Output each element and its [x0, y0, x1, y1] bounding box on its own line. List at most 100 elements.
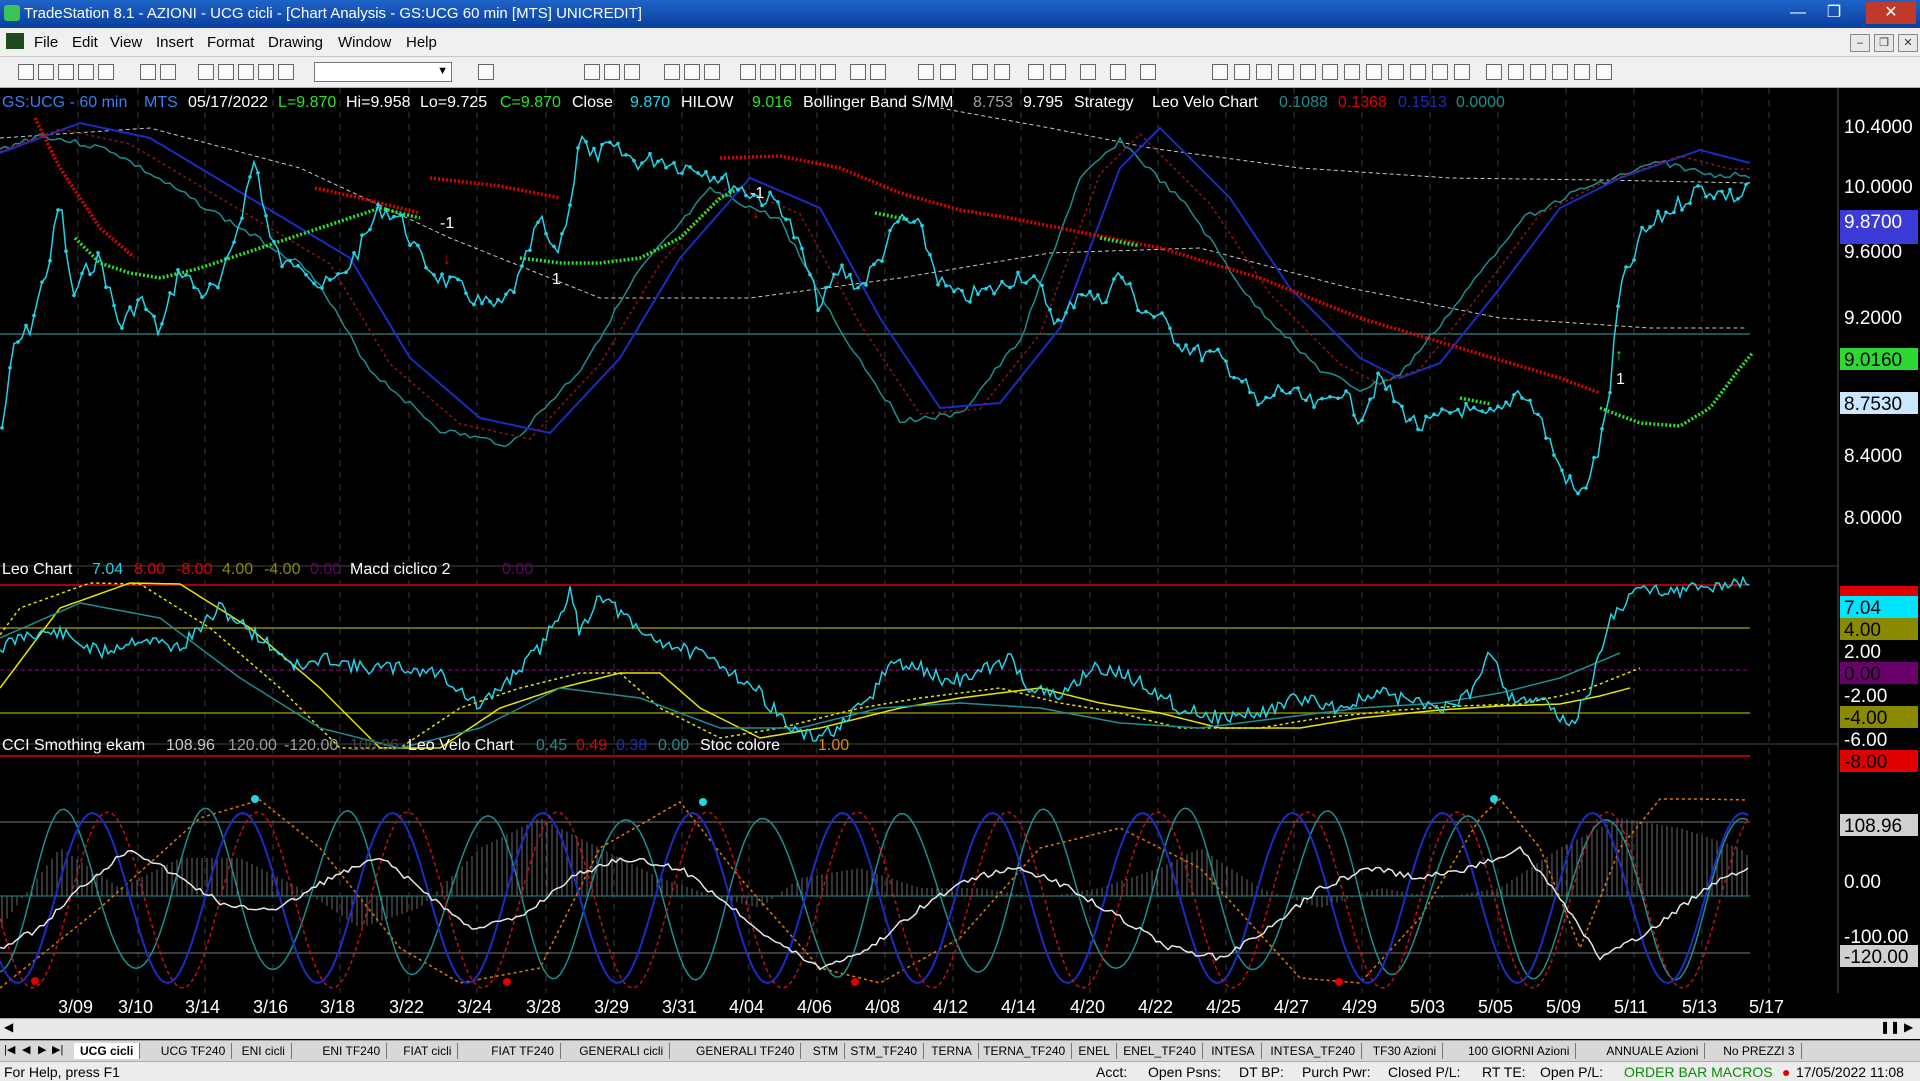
- symbol-select[interactable]: ▼: [314, 62, 452, 82]
- print-icon[interactable]: [140, 64, 156, 80]
- tab-prev-icon[interactable]: ◀: [22, 1043, 30, 1056]
- chart-window-icon[interactable]: [584, 64, 600, 80]
- arc-icon[interactable]: [1432, 64, 1448, 80]
- gann-icon[interactable]: [1366, 64, 1382, 80]
- scroll-left-arrow-icon[interactable]: ◀: [4, 1020, 13, 1034]
- chart-icon[interactable]: [800, 64, 816, 80]
- tab-intesa[interactable]: INTESA: [1205, 1043, 1262, 1059]
- matrix-icon[interactable]: [624, 64, 640, 80]
- minimize-button[interactable]: —: [1782, 2, 1814, 24]
- tab-stm-tf240[interactable]: STM_TF240: [844, 1043, 925, 1059]
- tab-enel-tf240[interactable]: ENEL_TF240: [1117, 1043, 1203, 1059]
- circle-icon[interactable]: [1552, 64, 1568, 80]
- leo-chart-panel[interactable]: [0, 575, 1750, 757]
- menu-edit[interactable]: Edit: [72, 34, 98, 51]
- arrow-up-icon[interactable]: [1530, 64, 1546, 80]
- tab-terna-tf240[interactable]: TERNA_TF240: [977, 1043, 1073, 1059]
- leo-axis[interactable]: 7.04 4.00 2.00 0.00 -2.00 -4.00 -6.00 -8…: [1840, 586, 1918, 773]
- scroll-right-icon[interactable]: [940, 64, 956, 80]
- scroll-right-arrow-icon[interactable]: ▶: [1904, 1020, 1913, 1034]
- palette-icon[interactable]: [278, 64, 294, 80]
- scan-icon[interactable]: [780, 64, 796, 80]
- tab-no-prezzi-3[interactable]: No PREZZI 3: [1717, 1043, 1802, 1059]
- format-icon[interactable]: [740, 64, 756, 80]
- vertical-lines-icon[interactable]: [1234, 64, 1250, 80]
- cut-icon[interactable]: [198, 64, 214, 80]
- cci-axis[interactable]: 108.96 0.00 -100.00 -120.00: [1840, 814, 1918, 968]
- radar-icon[interactable]: [604, 64, 620, 80]
- pointer-icon[interactable]: [1028, 64, 1044, 80]
- zoom-out-icon[interactable]: [994, 64, 1010, 80]
- chart-area[interactable]: GS:UCG - 60 min MTS 05/17/2022 L=9.870 H…: [0, 88, 1920, 1017]
- rectangle-icon[interactable]: [1574, 64, 1590, 80]
- parallel-icon[interactable]: [1410, 64, 1426, 80]
- cci-panel[interactable]: [0, 795, 1750, 989]
- tab-eni-cicli[interactable]: ENI cicli: [236, 1043, 292, 1059]
- copy-icon[interactable]: [218, 64, 234, 80]
- menu-drawing[interactable]: Drawing: [268, 34, 323, 51]
- tab-eni-tf240[interactable]: ENI TF240: [316, 1043, 388, 1059]
- trendline-icon[interactable]: [1212, 64, 1228, 80]
- menu-help[interactable]: Help: [406, 34, 437, 51]
- menu-format[interactable]: Format: [207, 34, 255, 51]
- mdi-minimize-button[interactable]: –: [1850, 34, 1870, 52]
- tab-first-icon[interactable]: |◀: [4, 1043, 15, 1056]
- save-icon[interactable]: [58, 64, 74, 80]
- text-icon[interactable]: [1596, 64, 1612, 80]
- price-panel[interactable]: -1 ↓ 1 -1 ↓ ↑ 1: [0, 107, 1755, 496]
- properties-icon[interactable]: [1110, 64, 1126, 80]
- data-icon[interactable]: [760, 64, 776, 80]
- tab-terna[interactable]: TERNA: [925, 1043, 979, 1059]
- close-button[interactable]: ✕: [1866, 2, 1916, 24]
- tab-next-icon[interactable]: ▶: [38, 1043, 46, 1056]
- tab-fiat-tf240[interactable]: FIAT TF240: [485, 1043, 561, 1059]
- menu-file[interactable]: File: [34, 34, 58, 51]
- horizontal-lines-icon[interactable]: [1256, 64, 1272, 80]
- scroll-thumb-icon[interactable]: ❚❚: [1880, 1020, 1900, 1034]
- grid-icon[interactable]: [820, 64, 836, 80]
- arrow-lr-icon[interactable]: [1388, 64, 1404, 80]
- new-icon[interactable]: [18, 64, 34, 80]
- tab-last-icon[interactable]: ▶|: [52, 1043, 63, 1056]
- insert-symbol-icon[interactable]: [704, 64, 720, 80]
- arrow-down-icon[interactable]: [1508, 64, 1524, 80]
- tab-generali-cicli[interactable]: GENERALI cicli: [573, 1043, 671, 1059]
- tab-generali-tf240[interactable]: GENERALI TF240: [690, 1043, 802, 1059]
- pen-icon[interactable]: [258, 64, 274, 80]
- status-macros[interactable]: ORDER BAR MACROS: [1624, 1064, 1773, 1080]
- menu-view[interactable]: View: [110, 34, 142, 51]
- mdi-restore-button[interactable]: ❐: [1874, 34, 1894, 52]
- fib-icon[interactable]: [1344, 64, 1360, 80]
- hide-icon[interactable]: [1140, 64, 1156, 80]
- mdi-close-button[interactable]: ✕: [1898, 34, 1918, 52]
- scroll-left-icon[interactable]: [918, 64, 934, 80]
- insert-analysis-icon[interactable]: [664, 64, 680, 80]
- print-preview-icon[interactable]: [160, 64, 176, 80]
- tab-stm[interactable]: STM: [807, 1043, 846, 1059]
- menu-insert[interactable]: Insert: [156, 34, 194, 51]
- tab-tf30-azioni[interactable]: TF30 Azioni: [1367, 1043, 1444, 1059]
- tab-ucg-cicli[interactable]: UCG cicli: [74, 1043, 141, 1059]
- crosshair-icon[interactable]: [1050, 64, 1066, 80]
- curve-icon[interactable]: [1486, 64, 1502, 80]
- horizontal-scrollbar[interactable]: ◀ ❚❚ ▶: [0, 1018, 1920, 1039]
- tab-ucg-tf240[interactable]: UCG TF240: [155, 1043, 233, 1059]
- lock-icon[interactable]: [238, 64, 254, 80]
- freehand-icon[interactable]: [1454, 64, 1470, 80]
- date-axis[interactable]: 3/09 3/10 3/14 3/16 3/18 3/22 3/24 3/28 3/29 3/31…: [58, 997, 1784, 1017]
- tools-icon[interactable]: [1080, 64, 1096, 80]
- tab-annuale-azioni[interactable]: ANNUALE Azioni: [1600, 1043, 1706, 1059]
- chart-canvas[interactable]: GS:UCG - 60 min MTS 05/17/2022 L=9.870 H…: [0, 88, 1920, 1018]
- channel-icon[interactable]: [1278, 64, 1294, 80]
- find-icon[interactable]: [478, 64, 494, 80]
- speed-lines-icon[interactable]: [1300, 64, 1316, 80]
- andrews-icon[interactable]: [1322, 64, 1338, 80]
- save-all-icon[interactable]: [78, 64, 94, 80]
- menu-window[interactable]: Window: [338, 34, 391, 51]
- maximize-button[interactable]: ❐: [1818, 2, 1850, 24]
- tab-100-giorni-azioni[interactable]: 100 GIORNI Azioni: [1462, 1043, 1577, 1059]
- insert-strategy-icon[interactable]: [684, 64, 700, 80]
- bar-width-icon[interactable]: [850, 64, 866, 80]
- tab-enel[interactable]: ENEL: [1072, 1043, 1117, 1059]
- bar-spacing-icon[interactable]: [870, 64, 886, 80]
